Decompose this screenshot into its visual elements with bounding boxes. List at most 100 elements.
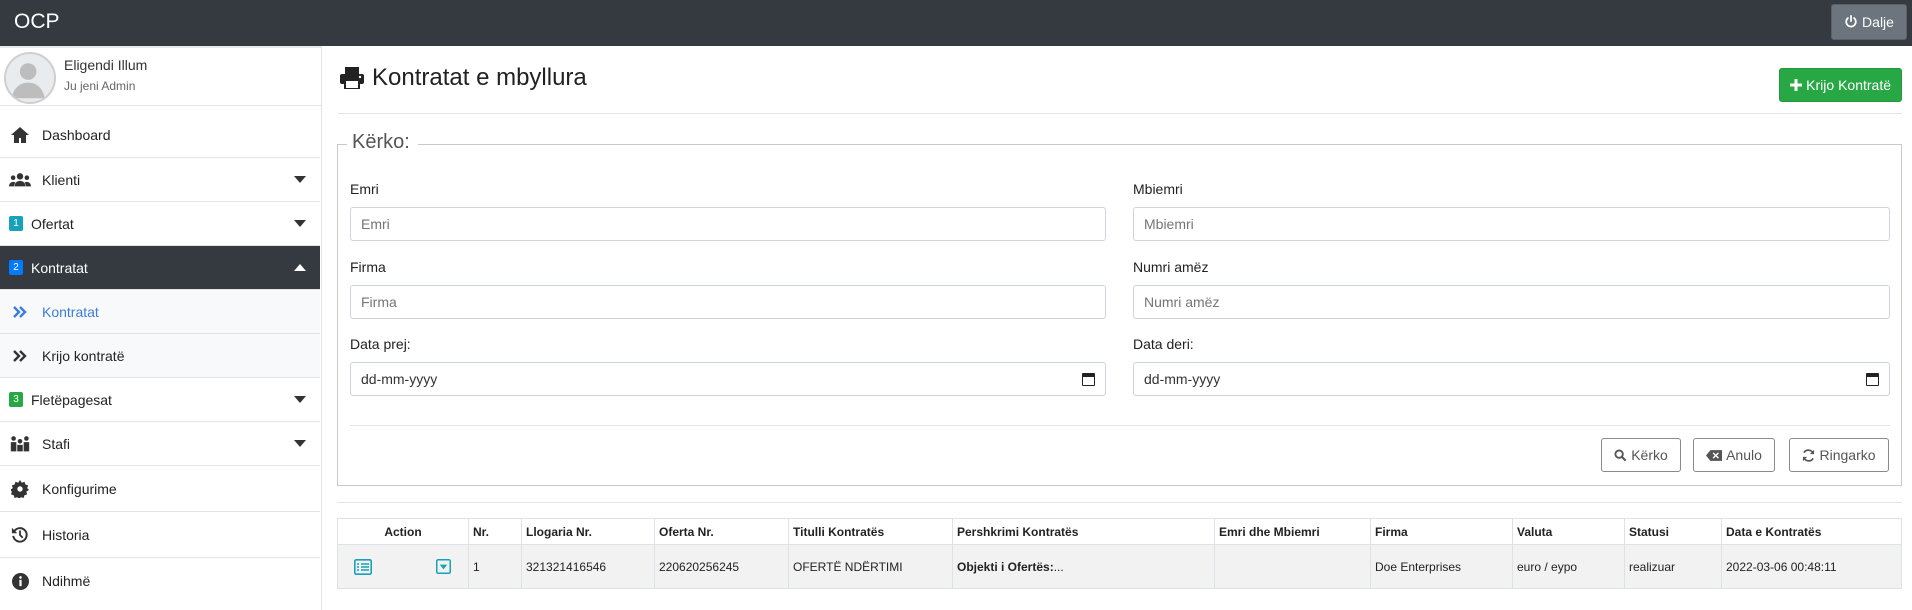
sidebar-item-stafi[interactable]: Stafi — [0, 422, 320, 466]
sidebar-item-historia[interactable]: Historia — [0, 512, 320, 558]
pershkrimi-cell: Objekti i Ofertës:... — [952, 544, 1215, 589]
mbiemri-input[interactable] — [1133, 207, 1890, 241]
page-title: Kontratat e mbyllura — [340, 64, 587, 92]
sidebar-item-ofertat[interactable]: 1 Ofertat — [0, 202, 320, 246]
cancel-button-label: Anulo — [1726, 447, 1762, 463]
column-header[interactable]: Statusi — [1624, 518, 1722, 545]
sidebar-item-label: Ndihmë — [42, 573, 91, 589]
caret-down-icon — [294, 440, 306, 447]
history-icon — [9, 526, 31, 544]
sidebar-item-label: Krijo kontratë — [42, 347, 125, 364]
firma-label: Firma — [350, 259, 386, 275]
sidebar-item-label: Konfigurime — [42, 480, 117, 497]
divider — [337, 502, 1902, 503]
sidebar-subitem-krijo-kontrate[interactable]: Krijo kontratë — [0, 334, 320, 378]
sidebar-menu: Dashboard Klienti 1 Ofertat 2 Kontratat … — [0, 112, 320, 604]
data-prej-value: dd-mm-yyyy — [361, 371, 438, 387]
calendar-icon[interactable] — [1082, 373, 1095, 386]
cancel-button[interactable]: Anulo — [1693, 438, 1775, 472]
divider — [338, 113, 1902, 114]
brand-logo[interactable]: OCP — [14, 10, 60, 34]
sidebar-item-klienti[interactable]: Klienti — [0, 158, 320, 202]
sidebar-item-ndihme[interactable]: Ndihmë — [0, 558, 320, 604]
double-chevron-icon — [9, 347, 31, 365]
page-title-text: Kontratat e mbyllura — [372, 64, 587, 91]
sidebar-item-label: Dashboard — [42, 126, 111, 143]
table-header-row: Action Nr. Llogaria Nr. Oferta Nr. Titul… — [337, 518, 1902, 545]
sidebar-item-dashboard[interactable]: Dashboard — [0, 112, 320, 158]
sidebar-subitem-kontratat[interactable]: Kontratat — [0, 290, 320, 334]
column-header[interactable]: Action — [337, 518, 469, 545]
sidebar-item-label: Historia — [42, 526, 90, 543]
calendar-icon[interactable] — [1866, 373, 1879, 386]
pershkrimi-more[interactable]: ... — [1054, 560, 1064, 574]
oferta-cell: 220620256245 — [654, 544, 789, 589]
plus-icon — [1790, 79, 1803, 91]
info-icon — [9, 572, 31, 590]
avatar — [4, 52, 56, 104]
column-header[interactable]: Pershkrimi Kontratës — [952, 518, 1215, 545]
expand-dropdown-icon[interactable] — [434, 559, 452, 575]
data-deri-label: Data deri: — [1133, 336, 1194, 352]
emri-input[interactable] — [350, 207, 1106, 241]
sidebar-item-konfigurime[interactable]: Konfigurime — [0, 466, 320, 512]
caret-down-icon — [294, 220, 306, 227]
number-2-icon: 2 — [9, 260, 23, 275]
llogaria-cell: 321321416546 — [521, 544, 655, 589]
sidebar-item-label: Kontratat — [31, 259, 88, 276]
data-deri-value: dd-mm-yyyy — [1144, 371, 1221, 387]
valuta-cell: euro / eypo — [1512, 544, 1625, 589]
logout-label: Dalje — [1862, 14, 1894, 30]
logout-button[interactable]: Dalje — [1831, 4, 1907, 40]
sidebar-item-label: Fletëpagesat — [31, 391, 112, 408]
sidebar-item-label: Stafi — [42, 435, 71, 452]
staff-icon — [9, 435, 31, 453]
sidebar-item-kontratat[interactable]: 2 Kontratat — [0, 246, 320, 290]
backspace-icon — [1706, 449, 1723, 461]
column-header[interactable]: Titulli Kontratës — [788, 518, 953, 545]
create-contract-button[interactable]: Krijo Kontratë — [1779, 68, 1902, 102]
power-icon — [1845, 15, 1857, 28]
printer-icon — [340, 67, 364, 89]
column-header[interactable]: Emri dhe Mbiemri — [1214, 518, 1371, 545]
contracts-table: Action Nr. Llogaria Nr. Oferta Nr. Titul… — [337, 518, 1902, 589]
list-details-icon[interactable] — [354, 558, 372, 575]
data-prej-date-input[interactable]: dd-mm-yyyy — [350, 362, 1106, 396]
data-prej-label: Data prej: — [350, 336, 411, 352]
sidebar-item-fletepagesat[interactable]: 3 Fletëpagesat — [0, 378, 320, 422]
sidebar-item-label: Klienti — [42, 171, 81, 188]
column-header[interactable]: Llogaria Nr. — [521, 518, 655, 545]
users-icon — [9, 171, 31, 189]
column-header[interactable]: Data e Kontratës — [1721, 518, 1902, 545]
refresh-icon — [1803, 448, 1815, 462]
column-header[interactable]: Oferta Nr. — [654, 518, 789, 545]
firma-input[interactable] — [350, 285, 1106, 319]
data-cell: 2022-03-06 00:48:11 — [1721, 544, 1902, 589]
numri-amez-label: Numri amëz — [1133, 259, 1209, 275]
sidebar: Eligendi Illum Ju jeni Admin Dashboard K… — [0, 46, 322, 610]
reload-button[interactable]: Ringarko — [1789, 438, 1889, 472]
caret-down-icon — [294, 396, 306, 403]
reload-button-label: Ringarko — [1819, 447, 1876, 463]
search-legend: Kërko: — [352, 131, 410, 153]
caret-down-icon — [294, 176, 306, 183]
data-deri-date-input[interactable]: dd-mm-yyyy — [1133, 362, 1890, 396]
column-header[interactable]: Valuta — [1512, 518, 1625, 545]
user-panel: Eligendi Illum Ju jeni Admin — [0, 46, 321, 106]
column-header[interactable]: Firma — [1370, 518, 1513, 545]
pershkrimi-label: Objekti i Ofertës: — [957, 559, 1054, 574]
search-icon — [1614, 448, 1627, 461]
sidebar-item-label: Kontratat — [42, 303, 99, 320]
column-header[interactable]: Nr. — [468, 518, 522, 545]
mbiemri-label: Mbiemri — [1133, 181, 1183, 197]
firma-cell: Doe Enterprises — [1370, 544, 1513, 589]
create-contract-label: Krijo Kontratë — [1806, 77, 1891, 93]
emri-label: Emri — [350, 181, 379, 197]
gear-icon — [9, 479, 31, 498]
statusi-cell: realizuar — [1624, 544, 1722, 589]
user-name: Eligendi Illum — [64, 57, 148, 73]
search-button[interactable]: Kërko — [1601, 438, 1681, 472]
divider — [350, 425, 1890, 426]
emri-cell — [1214, 544, 1371, 589]
numri-amez-input[interactable] — [1133, 285, 1890, 319]
